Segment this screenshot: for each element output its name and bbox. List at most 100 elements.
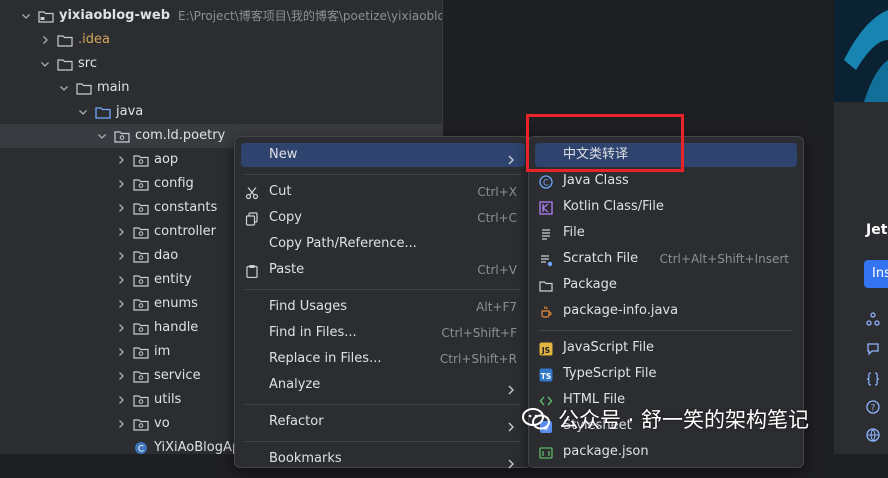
menu-item-new[interactable]: New xyxy=(241,143,525,167)
menu-item-refactor[interactable]: Refactor xyxy=(241,410,525,434)
tree-node-handle[interactable]: handle xyxy=(0,316,198,340)
menu-item-shortcut: Ctrl+Shift+F xyxy=(441,326,517,340)
tree-node-label: config xyxy=(154,176,194,191)
npm-icon xyxy=(539,445,553,459)
menu-item-bookmarks[interactable]: Bookmarks xyxy=(241,447,525,471)
chevron-right-icon[interactable] xyxy=(115,322,127,334)
new-item-package-json[interactable]: package.json xyxy=(535,440,797,464)
chevron-down-icon[interactable] xyxy=(58,82,70,94)
right-panel-install-button[interactable]: Ins xyxy=(864,260,888,288)
menu-item-find-in-files[interactable]: Find in Files... Ctrl+Shift+F xyxy=(241,321,525,345)
package-folder-icon xyxy=(133,201,149,215)
tree-node-java[interactable]: java xyxy=(0,100,143,124)
tree-node-label: enums xyxy=(154,296,198,311)
menu-item-label: Kotlin Class/File xyxy=(563,199,664,214)
tree-node-src[interactable]: src xyxy=(0,52,97,76)
package-folder-icon xyxy=(133,297,149,311)
new-item-package-info-java[interactable]: package-info.java xyxy=(535,299,797,323)
chevron-right-icon[interactable] xyxy=(115,226,127,238)
menu-item-cut[interactable]: Cut Ctrl+X xyxy=(241,180,525,204)
tree-node-main[interactable]: main xyxy=(0,76,129,100)
tree-node-dao[interactable]: dao xyxy=(0,244,178,268)
tree-node-label: controller xyxy=(154,224,217,239)
scissors-icon xyxy=(245,185,259,200)
new-item-package[interactable]: Package xyxy=(535,273,797,297)
folder-icon xyxy=(57,33,73,47)
tree-node-yixiaoblog-web[interactable]: yixiaoblog-web E:\Project\博客项目\我的博客\poeti… xyxy=(0,4,482,28)
context-menu: New Cut Ctrl+X Copy Ctrl+C Copy Path/Referenc… xyxy=(234,136,532,471)
new-item-file[interactable]: File xyxy=(535,221,797,245)
package-folder-icon xyxy=(133,345,149,359)
new-item-scratch-file[interactable]: Scratch File Ctrl+Alt+Shift+Insert xyxy=(535,247,797,271)
chevron-right-icon[interactable] xyxy=(115,202,127,214)
tree-node-label: aop xyxy=(154,152,179,167)
tree-node-service[interactable]: service xyxy=(0,364,201,388)
menu-item-analyze[interactable]: Analyze xyxy=(241,373,525,397)
svg-text:?: ? xyxy=(871,404,876,414)
tree-node-utils[interactable]: utils xyxy=(0,388,181,412)
menu-separator xyxy=(245,441,521,442)
chevron-right-icon xyxy=(507,417,515,432)
menu-item-copy[interactable]: Copy Ctrl+C xyxy=(241,206,525,230)
chevron-down-icon[interactable] xyxy=(39,58,51,70)
new-item-java-class[interactable]: C Java Class xyxy=(535,169,797,193)
new-item-typescript-file[interactable]: TS TypeScript File xyxy=(535,362,797,386)
java-class-icon: C xyxy=(133,441,149,455)
menu-item-copy-path-reference[interactable]: Copy Path/Reference... xyxy=(241,232,525,256)
tree-node-label: constants xyxy=(154,200,218,215)
menu-item-label: JavaScript File xyxy=(563,340,655,355)
menu-item-label: Analyze xyxy=(269,377,321,392)
folder-icon xyxy=(57,57,73,71)
tree-node-im[interactable]: im xyxy=(0,340,170,364)
folder-icon xyxy=(76,81,92,95)
tree-node-entity[interactable]: entity xyxy=(0,268,192,292)
chevron-down-icon[interactable] xyxy=(96,130,108,142)
chevron-down-icon[interactable] xyxy=(20,10,32,22)
watermark-text: 公众号 · 舒一笑的架构笔记 xyxy=(558,408,810,432)
wechat-logo-icon xyxy=(522,408,550,430)
share-icon xyxy=(866,312,880,326)
tree-node-controller[interactable]: controller xyxy=(0,220,216,244)
chevron-right-icon[interactable] xyxy=(115,346,127,358)
tree-node-yixiaoblogapplic[interactable]: C YiXiAoBlogApplic xyxy=(0,436,263,460)
menu-item-replace-in-files[interactable]: Replace in Files... Ctrl+Shift+R xyxy=(241,347,525,371)
menu-item-paste[interactable]: Paste Ctrl+V xyxy=(241,258,525,282)
tree-node-vo[interactable]: vo xyxy=(0,412,170,436)
tree-node-label: service xyxy=(154,368,201,383)
svg-text:TS: TS xyxy=(541,372,552,381)
menu-separator xyxy=(245,404,521,405)
menu-item-shortcut: Ctrl+Alt+Shift+Insert xyxy=(659,252,789,266)
comment-icon xyxy=(867,343,879,356)
chevron-right-icon[interactable] xyxy=(115,178,127,190)
tree-node-label: vo xyxy=(154,416,170,431)
globe-icon xyxy=(866,428,880,442)
tree-node-label: .idea xyxy=(78,32,110,47)
menu-item-label: Find in Files... xyxy=(269,325,357,340)
chevron-down-icon[interactable] xyxy=(77,106,89,118)
tree-node-label: im xyxy=(154,344,171,359)
chevron-right-icon[interactable] xyxy=(115,274,127,286)
menu-item-find-usages[interactable]: Find Usages Alt+F7 xyxy=(241,295,525,319)
menu-item-label: New xyxy=(269,147,298,162)
chevron-right-icon[interactable] xyxy=(115,298,127,310)
chevron-right-icon[interactable] xyxy=(115,394,127,406)
chevron-right-icon[interactable] xyxy=(115,250,127,262)
watermark: 公众号 · 舒一笑的架构笔记 xyxy=(522,404,809,434)
tree-node-config[interactable]: config xyxy=(0,172,194,196)
menu-item-label: Bookmarks xyxy=(269,451,342,466)
tree-node-label: yixiaoblog-web xyxy=(59,8,171,23)
chevron-right-icon[interactable] xyxy=(115,154,127,166)
new-item-kotlin-class-file[interactable]: Kotlin Class/File xyxy=(535,195,797,219)
menu-item-label: Copy Path/Reference... xyxy=(269,236,417,251)
chevron-right-icon[interactable] xyxy=(115,418,127,430)
tree-node-aop[interactable]: aop xyxy=(0,148,178,172)
java-file-icon xyxy=(539,304,553,318)
tree-node-enums[interactable]: enums xyxy=(0,292,198,316)
chevron-right-icon[interactable] xyxy=(39,34,51,46)
tree-node-idea[interactable]: .idea xyxy=(0,28,110,52)
new-item-javascript-file[interactable]: JS JavaScript File xyxy=(535,336,797,360)
menu-item-label: Replace in Files... xyxy=(269,351,382,366)
tree-node-constants[interactable]: constants xyxy=(0,196,217,220)
chevron-right-icon[interactable] xyxy=(115,370,127,382)
javascript-icon: JS xyxy=(539,341,553,356)
